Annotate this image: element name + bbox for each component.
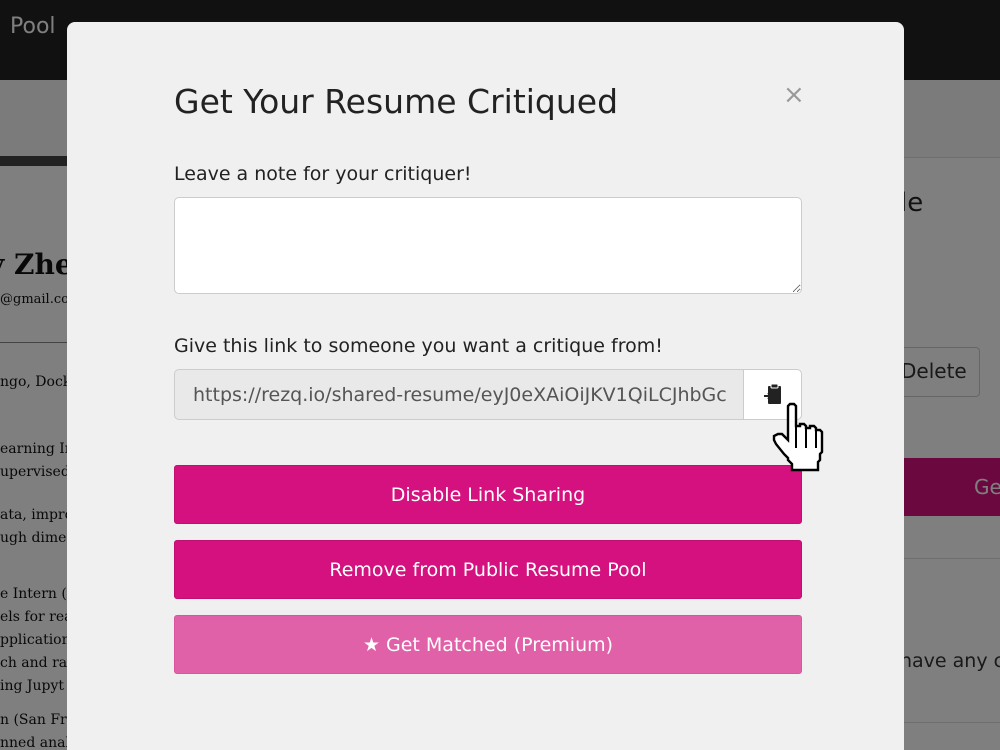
note-label: Leave a note for your critiquer! — [174, 163, 472, 185]
disable-link-sharing-button[interactable]: Disable Link Sharing — [174, 465, 802, 524]
share-link-group — [174, 369, 802, 420]
get-matched-label: Get Matched (Premium) — [386, 633, 614, 656]
get-matched-premium-button[interactable]: ★ Get Matched (Premium) — [174, 615, 802, 674]
remove-from-public-pool-button[interactable]: Remove from Public Resume Pool — [174, 540, 802, 599]
star-icon: ★ — [362, 633, 380, 656]
close-icon[interactable]: × — [783, 82, 805, 108]
share-link-input[interactable] — [174, 369, 744, 420]
modal-title: Get Your Resume Critiqued — [174, 82, 619, 121]
link-label: Give this link to someone you want a cri… — [174, 335, 663, 357]
critique-modal: Get Your Resume Critiqued × Leave a note… — [67, 22, 904, 750]
note-textarea[interactable] — [174, 197, 802, 294]
hand-pointer-icon — [772, 402, 824, 472]
